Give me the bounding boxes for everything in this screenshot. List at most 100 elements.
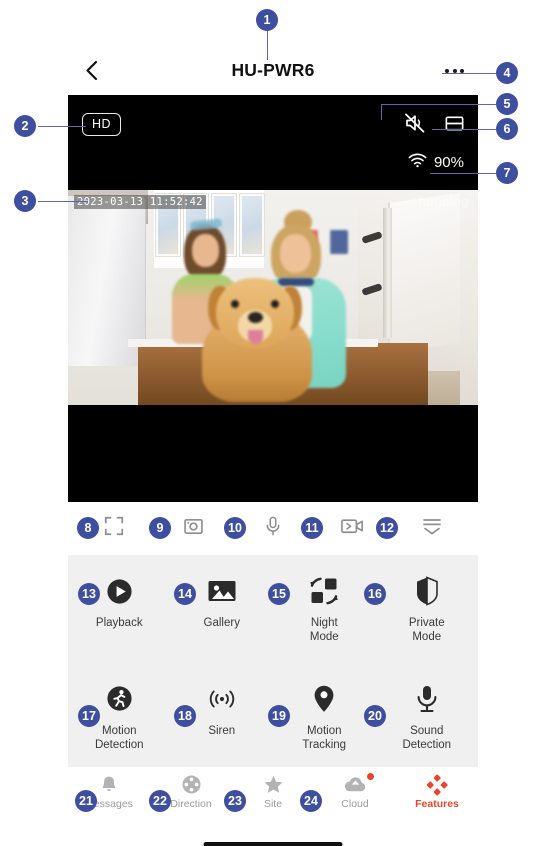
video-timestamp: 2023-03-13 11:52:42 <box>74 195 206 209</box>
annotation-badge-14: 14 <box>174 583 196 605</box>
signal-percent: 90% <box>433 154 464 171</box>
feature-label: Playback <box>95 617 143 629</box>
feature-private-mode[interactable]: Private Mode <box>376 567 479 645</box>
camera-image: 2023-03-13 11:52:42 hugolog <box>68 190 478 405</box>
feature-label: Motion Detection <box>94 724 144 752</box>
video-overlay-bar: HD 90% <box>68 95 478 190</box>
live-video-panel[interactable]: 2023-03-13 11:52:42 hugolog HD 90% <box>68 95 478 502</box>
annotation-badge-2: 2 <box>14 115 36 137</box>
app-header: HU-PWR6 <box>68 46 478 95</box>
leader-line <box>442 73 498 75</box>
image-girl-left-face <box>192 234 219 267</box>
cloud-notification-dot <box>366 772 374 780</box>
screenshot-root: HU-PWR6 2023-03-13 11:52:42 hugolog HD 9… <box>0 0 537 846</box>
annotation-badge-11: 11 <box>301 517 323 539</box>
video-record-icon <box>340 515 365 542</box>
brand-watermark: hugolog <box>418 194 469 209</box>
talk-button[interactable] <box>247 509 299 549</box>
collapse-button[interactable] <box>406 509 458 549</box>
annotation-badge-6: 6 <box>496 118 518 140</box>
image-girl-right-face <box>280 234 311 273</box>
home-indicator <box>203 841 343 846</box>
more-options-icon[interactable] <box>445 68 464 73</box>
motion-tracking-pin-icon <box>312 681 336 717</box>
sound-detection-mic-icon <box>414 681 440 717</box>
image-stair-rail <box>388 192 460 354</box>
feature-label: Sound Detection <box>402 724 452 752</box>
layout-split-button[interactable] <box>443 112 466 140</box>
tab-label: Features <box>415 797 459 810</box>
annotation-badge-18: 18 <box>174 705 196 727</box>
leader-line <box>38 201 88 203</box>
motion-detection-walk-icon <box>105 681 134 717</box>
annotation-badge-23: 23 <box>224 790 246 812</box>
image-icon <box>207 573 237 609</box>
feature-label: Night Mode <box>309 617 339 644</box>
tab-label: Cloud <box>341 797 369 810</box>
annotation-badge-4: 4 <box>496 62 518 84</box>
image-dog-eye <box>271 300 279 308</box>
annotation-badge-17: 17 <box>78 705 100 727</box>
annotation-badge-12: 12 <box>376 517 398 539</box>
annotation-badge-8: 8 <box>77 517 99 539</box>
tab-label: Site <box>263 797 283 810</box>
image-necklace <box>278 278 314 286</box>
feature-label: Gallery <box>203 617 240 629</box>
feature-sound-detection[interactable]: Sound Detection <box>376 675 479 753</box>
private-mode-shield-icon <box>415 573 439 609</box>
feature-label: Private Mode <box>408 617 445 644</box>
tab-label: Direction <box>170 797 212 810</box>
back-button[interactable] <box>80 60 102 82</box>
features-diamond-icon <box>426 774 448 796</box>
mute-toggle-button[interactable] <box>403 111 427 140</box>
annotation-badge-19: 19 <box>268 705 290 727</box>
video-letterbox <box>68 405 478 502</box>
cloud-icon <box>344 772 374 796</box>
annotation-badge-3: 3 <box>14 190 36 212</box>
phone-app-frame: HU-PWR6 2023-03-13 11:52:42 hugolog HD 9… <box>68 46 479 846</box>
feature-row-1: Playback Gallery Night Mode Private Mode <box>68 567 478 645</box>
play-circle-icon <box>105 573 134 609</box>
video-quality-button[interactable]: HD <box>82 113 122 136</box>
annotation-badge-21: 21 <box>75 790 97 812</box>
annotation-badge-7: 7 <box>496 162 518 184</box>
annotation-badge-15: 15 <box>268 583 290 605</box>
annotation-badge-5: 5 <box>496 93 518 115</box>
annotation-badge-24: 24 <box>300 790 322 812</box>
wifi-status: 90% <box>408 153 464 172</box>
speaker-muted-icon <box>403 111 427 140</box>
bell-icon <box>99 774 119 796</box>
star-icon <box>263 774 284 796</box>
feature-gallery[interactable]: Gallery <box>171 567 274 645</box>
snapshot-button[interactable] <box>168 509 220 549</box>
annotation-badge-22: 22 <box>149 790 171 812</box>
feature-night-mode[interactable]: Night Mode <box>273 567 376 645</box>
leader-line <box>432 129 496 131</box>
fullscreen-icon <box>103 515 125 542</box>
image-frame <box>240 194 264 256</box>
leader-line <box>38 126 86 128</box>
feature-label: Motion Tracking <box>302 724 347 752</box>
annotation-badge-9: 9 <box>149 517 171 539</box>
annotation-badge-10: 10 <box>224 517 246 539</box>
record-button[interactable] <box>327 509 379 549</box>
leader-line <box>430 173 496 175</box>
tab-cloud[interactable]: Cloud <box>314 772 396 810</box>
leader-line <box>381 104 496 106</box>
video-top-actions <box>403 111 466 140</box>
feature-label: Siren <box>208 724 236 737</box>
annotation-badge-13: 13 <box>78 583 100 605</box>
image-dog-tongue <box>248 330 263 344</box>
leader-line <box>267 30 269 60</box>
image-dog-nose <box>248 312 263 323</box>
annotation-badge-1: 1 <box>256 9 278 31</box>
tab-features[interactable]: Features <box>396 774 478 810</box>
bottom-tab-bar: Messages Direction Site Cloud Features <box>68 766 478 815</box>
camera-snapshot-icon <box>182 515 205 543</box>
annotation-badge-20: 20 <box>364 705 386 727</box>
feature-playback[interactable]: Playback <box>68 567 171 645</box>
annotation-badge-16: 16 <box>364 583 386 605</box>
microphone-icon <box>262 515 284 542</box>
dpad-icon <box>181 774 202 796</box>
night-mode-swap-icon <box>309 573 339 609</box>
